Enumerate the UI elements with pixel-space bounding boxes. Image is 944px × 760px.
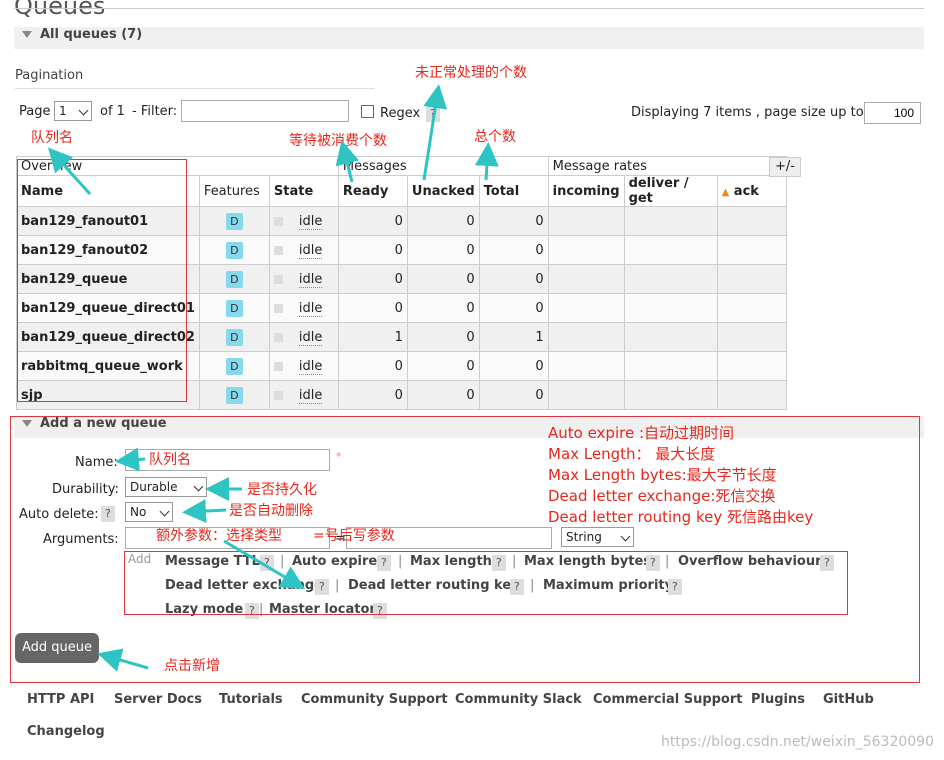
footer-link[interactable]: Community Support [301,692,448,707]
arrow-auto-delete [182,499,227,524]
watermark: https://blog.csdn.net/weixin_56320090 [660,734,934,750]
footer-link[interactable]: Changelog [27,724,105,739]
arrow-queue-name [47,147,92,196]
arrow-ready [335,140,360,183]
arrow-total [474,142,499,181]
footer-link[interactable]: Plugins [751,692,805,707]
footer-link[interactable]: Community Slack [455,692,582,707]
footer-link[interactable]: Server Docs [114,692,202,707]
footer-link[interactable]: GitHub [823,692,874,707]
annotation-arrows [47,84,499,672]
arrow-unacked [422,84,448,181]
footer-link[interactable]: HTTP API [27,692,94,707]
arrow-arguments [223,539,306,590]
footer-link[interactable]: Commercial Support [593,692,743,707]
arrow-add-queue [97,648,149,672]
footer-link[interactable]: Tutorials [219,692,283,707]
arrow-name-field [115,447,146,472]
